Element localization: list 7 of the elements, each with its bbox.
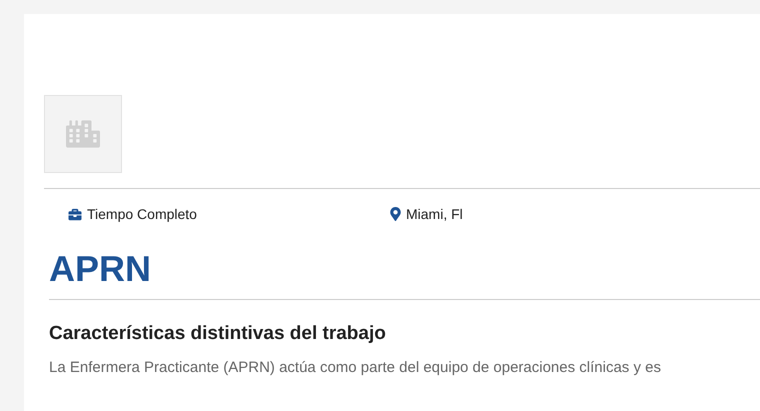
briefcase-icon (68, 208, 82, 220)
job-title: APRN (49, 251, 152, 291)
location: Miami, Fl (406, 204, 463, 224)
description-text: La Enfermera Practicante (APRN) actúa como parte del equipo de operaciones clínicas y es (49, 358, 662, 378)
employment-type: Tiempo Completo (87, 204, 197, 224)
location-pin-icon (390, 207, 401, 221)
section-heading: Características distintivas del trabajo (49, 322, 387, 346)
